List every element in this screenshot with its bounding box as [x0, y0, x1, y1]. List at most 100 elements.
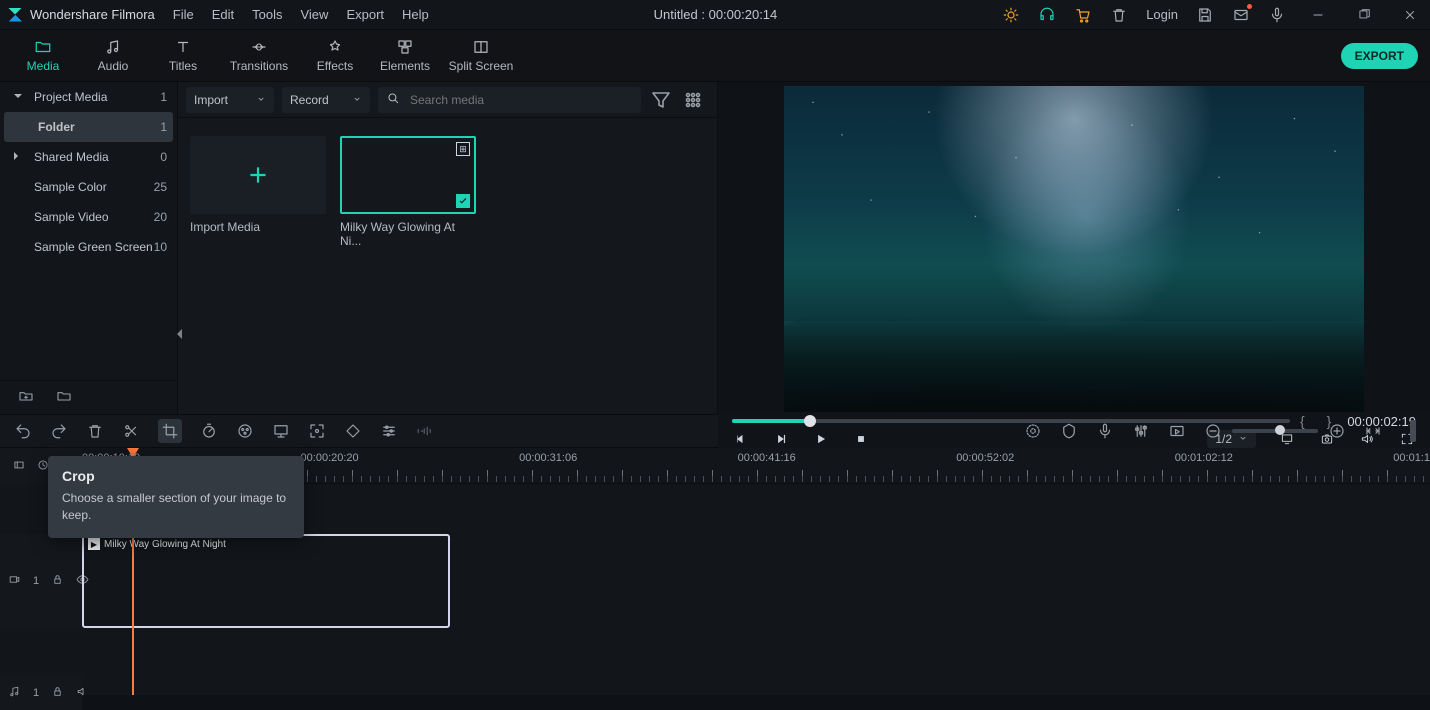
redo-icon[interactable] [50, 422, 68, 440]
tab-transitions-label: Transitions [230, 59, 288, 73]
color-icon[interactable] [236, 422, 254, 440]
menu-view[interactable]: View [300, 7, 328, 22]
video-track-index: 1 [33, 575, 39, 587]
audio-sync-icon[interactable] [416, 422, 434, 440]
menu-help[interactable]: Help [402, 7, 429, 22]
login-button[interactable]: Login [1146, 7, 1178, 22]
search-input-wrapper [378, 87, 641, 113]
tab-titles[interactable]: Titles [148, 38, 218, 73]
menu-tools[interactable]: Tools [252, 7, 282, 22]
sidebar-item-project-media[interactable]: Project Media 1 [0, 82, 177, 112]
timeline-collapse-icon[interactable] [12, 458, 26, 475]
app-name: Wondershare Filmora [30, 7, 155, 22]
clip-add-icon[interactable]: ⊞ [456, 142, 470, 156]
import-media-cell[interactable]: Import Media [190, 136, 326, 248]
motion-tracking-icon[interactable] [308, 422, 326, 440]
video-track-icon [8, 573, 21, 589]
zoom-in-icon[interactable] [1328, 422, 1346, 440]
media-panel: Project Media 1 Folder 1 Shared Media 0 … [0, 82, 718, 414]
record-dropdown[interactable]: Record [282, 87, 370, 113]
export-button[interactable]: EXPORT [1341, 43, 1418, 69]
tab-media[interactable]: Media [8, 38, 78, 73]
sidebar-item-shared-media[interactable]: Shared Media 0 [0, 142, 177, 172]
cart-icon[interactable] [1074, 6, 1092, 24]
preview-stage[interactable] [718, 82, 1430, 412]
menu-export[interactable]: Export [346, 7, 384, 22]
clip-play-icon: ▶ [88, 538, 100, 550]
zoom-slider[interactable] [1232, 429, 1318, 433]
video-track-head: 1 [0, 534, 82, 628]
keyframe-icon[interactable] [344, 422, 362, 440]
lock-icon[interactable] [51, 685, 64, 701]
fit-timeline-icon[interactable] [1364, 422, 1382, 440]
hint-icon[interactable] [1002, 6, 1020, 24]
maximize-button[interactable] [1350, 0, 1378, 30]
undo-icon[interactable] [14, 422, 32, 440]
tooltip-body: Choose a smaller section of your image t… [62, 490, 290, 524]
tab-effects[interactable]: Effects [300, 38, 370, 73]
media-toolbar: Import Record [178, 82, 717, 118]
save-icon[interactable] [1196, 6, 1214, 24]
timeline-scrollbar-handle[interactable] [1410, 420, 1416, 442]
app-logo-icon [8, 8, 22, 22]
sidebar-item-sample-color[interactable]: Sample Color 25 [0, 172, 177, 202]
seek-bar[interactable] [732, 412, 1290, 430]
tab-transitions[interactable]: Transitions [218, 38, 300, 73]
module-tabs: Media Audio Titles Transitions Effects E… [0, 30, 1430, 82]
audio-track-head: 1 [0, 676, 82, 710]
sidebar-item-folder[interactable]: Folder 1 [4, 112, 173, 142]
search-input[interactable] [408, 92, 633, 108]
menu-file[interactable]: File [173, 7, 194, 22]
media-sidebar: Project Media 1 Folder 1 Shared Media 0 … [0, 82, 178, 414]
tab-elements-label: Elements [380, 59, 430, 73]
sidebar-item-sample-video[interactable]: Sample Video 20 [0, 202, 177, 232]
video-track: 1 ▶ Milky Way Glowing At Night [0, 534, 1430, 628]
chevron-down-icon [256, 93, 266, 107]
mic-icon[interactable] [1268, 6, 1286, 24]
import-dropdown[interactable]: Import [186, 87, 274, 113]
chevron-down-icon [352, 93, 362, 107]
sidebar-collapse-button[interactable] [174, 327, 182, 341]
trash-icon[interactable] [1110, 6, 1128, 24]
lock-icon[interactable] [51, 573, 64, 589]
support-icon[interactable] [1038, 6, 1056, 24]
clip-selected-icon [456, 194, 470, 208]
prev-frame-button[interactable] [732, 430, 750, 448]
green-screen-icon[interactable] [272, 422, 290, 440]
tab-media-label: Media [27, 59, 60, 73]
titlebar: Wondershare Filmora File Edit Tools View… [0, 0, 1430, 30]
media-grid: Import Media ⊞ Milky Way Glowing At Ni..… [178, 118, 717, 414]
speed-icon[interactable] [200, 422, 218, 440]
close-button[interactable] [1396, 0, 1424, 30]
play-button[interactable] [812, 430, 830, 448]
search-icon [386, 91, 400, 108]
tooltip-crop: Crop Choose a smaller section of your im… [48, 456, 304, 538]
tab-titles-label: Titles [169, 59, 197, 73]
document-title: Untitled : 00:00:20:14 [429, 7, 1002, 22]
timeline-clip[interactable]: ▶ Milky Way Glowing At Night [82, 534, 450, 628]
tab-split-label: Split Screen [449, 59, 514, 73]
sidebar-footer [0, 380, 177, 414]
split-icon[interactable] [122, 422, 140, 440]
audio-track: 1 [0, 676, 1430, 710]
stop-button[interactable] [852, 430, 870, 448]
crop-icon[interactable] [158, 419, 182, 443]
tab-elements[interactable]: Elements [370, 38, 440, 73]
play-pause-button[interactable] [772, 430, 790, 448]
filter-icon[interactable] [649, 88, 673, 112]
tab-audio[interactable]: Audio [78, 38, 148, 73]
preview-pane: { } 00:00:02:19 1/2 [718, 82, 1430, 414]
minimize-button[interactable] [1304, 0, 1332, 30]
new-folder-icon[interactable] [18, 388, 34, 407]
sidebar-item-sample-green-screen[interactable]: Sample Green Screen 10 [0, 232, 177, 262]
menu-edit[interactable]: Edit [212, 7, 234, 22]
delete-icon[interactable] [86, 422, 104, 440]
folder-icon[interactable] [56, 388, 72, 407]
media-clip-label: Milky Way Glowing At Ni... [340, 220, 476, 248]
mail-icon[interactable] [1232, 6, 1250, 24]
audio-track-icon [8, 685, 21, 701]
adjust-icon[interactable] [380, 422, 398, 440]
media-clip[interactable]: ⊞ Milky Way Glowing At Ni... [340, 136, 476, 248]
tab-split-screen[interactable]: Split Screen [440, 38, 522, 73]
grid-view-icon[interactable] [681, 88, 705, 112]
